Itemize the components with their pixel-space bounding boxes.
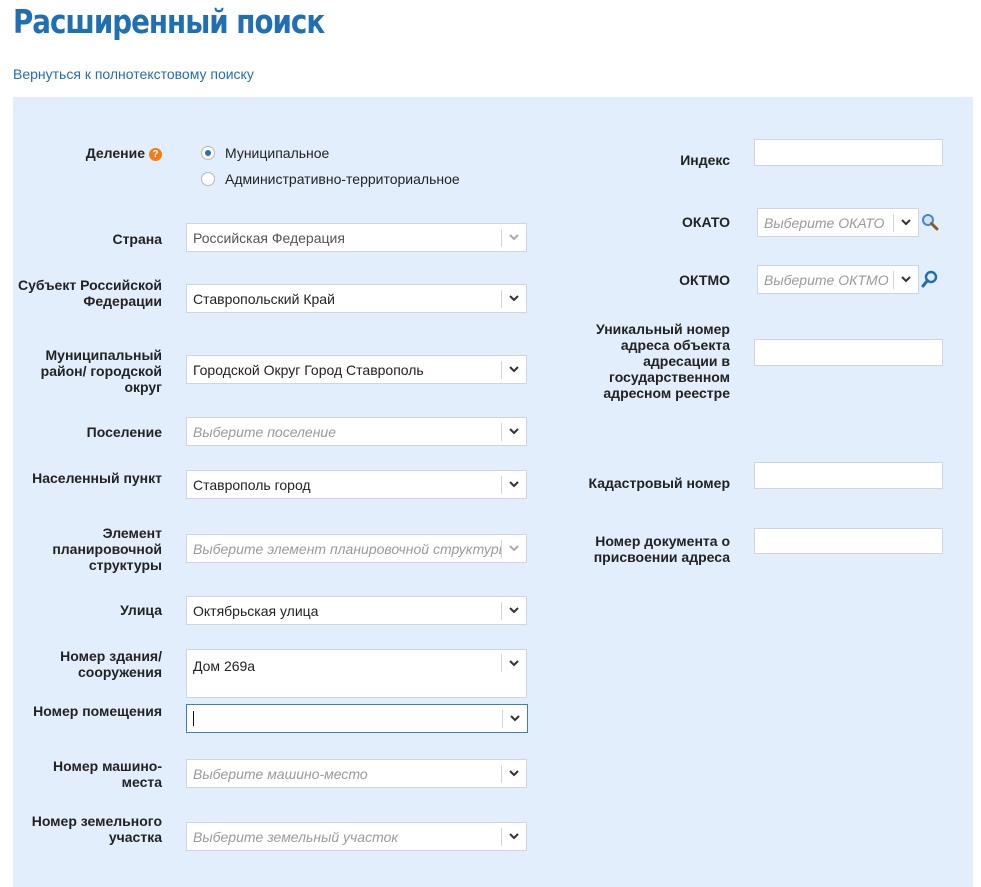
- street-value: Октябрьская улица: [193, 602, 319, 619]
- planning-element-label: Элемент планировочной структуры: [52, 525, 162, 573]
- room-input[interactable]: [187, 711, 502, 727]
- oktmo-label: ОКТМО: [679, 272, 730, 288]
- municipal-district-value: Городской Округ Город Ставрополь: [193, 361, 424, 378]
- planning-element-select[interactable]: Выберите элемент планировочной структуры: [186, 534, 527, 563]
- index-label: Индекс: [680, 152, 730, 168]
- unique-number-label: Уникальный номер адреса объекта адресаци…: [596, 321, 730, 401]
- cadastral-input[interactable]: [754, 462, 943, 489]
- document-number-input[interactable]: [754, 528, 943, 554]
- division-option-administrative[interactable]: Административно-территориальное: [201, 171, 460, 187]
- subject-label: Субъект Российской Федерации: [17, 277, 162, 309]
- cadastral-label: Кадастровый номер: [588, 475, 731, 491]
- building-select[interactable]: Дом 269а: [186, 649, 527, 698]
- chevron-down-icon[interactable]: [501, 764, 526, 783]
- division-label: Деление?: [13, 145, 162, 161]
- parking-label: Номер машино-места: [53, 758, 162, 790]
- settlement-label: Поселение: [86, 424, 162, 440]
- unique-number-input[interactable]: [754, 339, 943, 366]
- back-to-fulltext-search-link[interactable]: Вернуться к полнотекстовому поиску: [13, 66, 254, 82]
- radio-administrative[interactable]: [201, 172, 215, 186]
- locality-value: Ставрополь город: [193, 476, 311, 493]
- chevron-down-icon[interactable]: [893, 213, 918, 232]
- room-label: Номер помещения: [33, 703, 162, 719]
- building-label: Номер здания/ сооружения: [60, 648, 162, 680]
- building-value: Дом 269а: [193, 658, 256, 674]
- subject-select[interactable]: Ставропольский Край: [186, 284, 527, 313]
- chevron-down-icon[interactable]: [501, 289, 526, 308]
- room-select[interactable]: [186, 704, 528, 733]
- search-icon[interactable]: [921, 270, 939, 288]
- land-plot-label: Номер земельного участка: [31, 813, 162, 845]
- country-label: Страна: [112, 231, 162, 247]
- search-form-panel: Деление? Муниципальное Административно-т…: [13, 97, 973, 887]
- parking-select[interactable]: Выберите машино-место: [186, 759, 527, 788]
- country-value: Российская Федерация: [193, 229, 345, 246]
- parking-placeholder: Выберите машино-место: [193, 765, 368, 782]
- page-title: Расширенный поиск: [13, 2, 325, 41]
- municipal-district-select[interactable]: Городской Округ Город Ставрополь: [186, 355, 527, 384]
- planning-element-placeholder: Выберите элемент планировочной структуры: [193, 540, 501, 557]
- okato-select[interactable]: Выберите ОКАТО: [757, 208, 919, 237]
- okato-label: ОКАТО: [682, 214, 730, 230]
- street-select[interactable]: Октябрьская улица: [186, 596, 527, 625]
- document-number-label: Номер документа о присвоении адреса: [593, 533, 730, 565]
- chevron-down-icon[interactable]: [502, 709, 527, 728]
- chevron-down-icon[interactable]: [501, 475, 526, 494]
- street-label: Улица: [120, 602, 162, 618]
- help-icon[interactable]: ?: [149, 148, 162, 161]
- radio-municipal[interactable]: [201, 146, 215, 160]
- oktmo-select[interactable]: Выберите ОКТМО: [757, 265, 919, 294]
- okato-placeholder: Выберите ОКАТО: [764, 214, 885, 231]
- text-caret: [193, 711, 194, 726]
- chevron-down-icon[interactable]: [501, 360, 526, 379]
- index-input[interactable]: [754, 139, 943, 166]
- settlement-select[interactable]: Выберите поселение: [186, 417, 527, 446]
- municipal-district-label: Муниципальный район/ городской округ: [40, 347, 162, 395]
- magnifier-icon[interactable]: [921, 213, 939, 231]
- chevron-down-icon[interactable]: [893, 270, 918, 289]
- chevron-down-icon[interactable]: [501, 539, 526, 558]
- land-plot-select[interactable]: Выберите земельный участок: [186, 822, 527, 851]
- chevron-down-icon[interactable]: [501, 654, 526, 672]
- subject-value: Ставропольский Край: [193, 290, 335, 307]
- locality-select[interactable]: Ставрополь город: [186, 470, 527, 499]
- division-option-municipal[interactable]: Муниципальное: [201, 145, 329, 161]
- land-plot-placeholder: Выберите земельный участок: [193, 828, 398, 845]
- oktmo-placeholder: Выберите ОКТМО: [764, 271, 889, 288]
- chevron-down-icon[interactable]: [501, 422, 526, 441]
- chevron-down-icon[interactable]: [501, 827, 526, 846]
- settlement-placeholder: Выберите поселение: [193, 423, 336, 440]
- locality-label: Населенный пункт: [32, 470, 162, 486]
- country-select[interactable]: Российская Федерация: [186, 223, 527, 252]
- chevron-down-icon[interactable]: [501, 601, 526, 620]
- chevron-down-icon[interactable]: [501, 228, 526, 247]
